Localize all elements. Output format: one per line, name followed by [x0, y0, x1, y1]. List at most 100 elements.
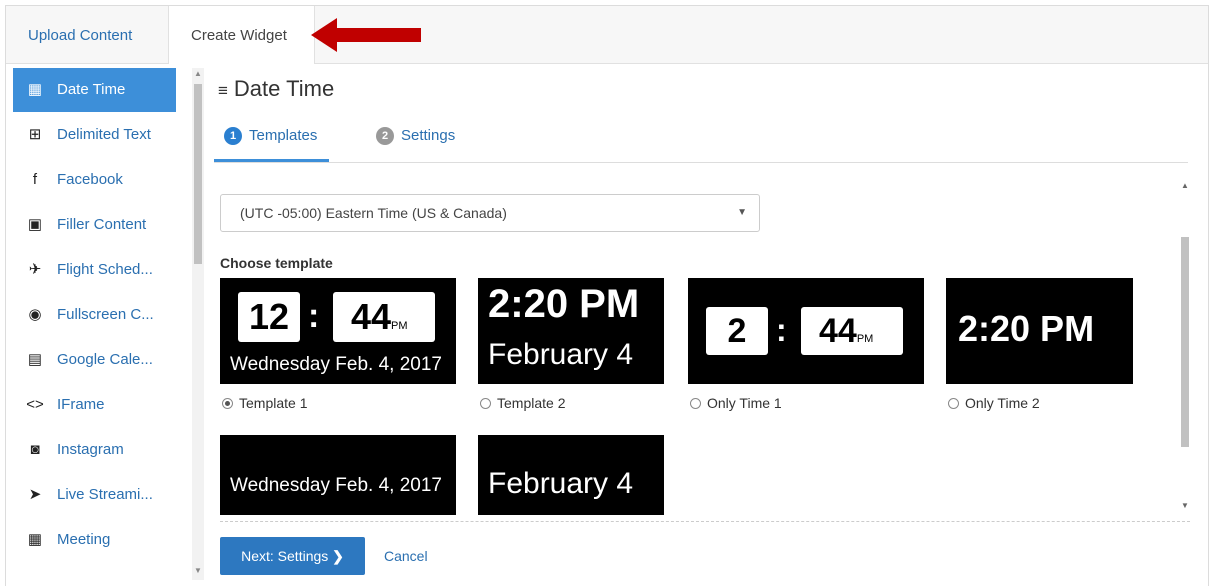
- template-date: February 4: [488, 338, 634, 371]
- sidebar-item-label: Filler Content: [57, 216, 147, 233]
- radio-unselected-icon[interactable]: [480, 398, 491, 409]
- scroll-down-icon[interactable]: ▼: [1180, 501, 1190, 510]
- sidebar-item-facebook[interactable]: f Facebook: [13, 158, 176, 202]
- minute-value: 44: [351, 296, 392, 337]
- menu-lines-icon: ≡: [218, 81, 228, 100]
- template-date: February 4: [488, 467, 634, 500]
- only-time-1-preview[interactable]: 2 : 44PM: [688, 278, 924, 384]
- template-date: Wednesday Feb. 4, 2017: [230, 354, 442, 375]
- sidebar-item-iframe[interactable]: <> IFrame: [13, 383, 176, 427]
- image-icon: ▣: [27, 216, 43, 233]
- sidebar-item-live-streami[interactable]: ➤ Live Streami...: [13, 473, 176, 517]
- plane-icon: ✈: [28, 261, 42, 278]
- step-label: Settings: [401, 127, 456, 144]
- minute-value: 44: [819, 312, 857, 350]
- step-number-badge: 1: [224, 127, 242, 145]
- step-label: Templates: [249, 127, 318, 144]
- sidebar-item-filler-content[interactable]: ▣ Filler Content: [13, 203, 176, 247]
- divider: [220, 521, 1190, 522]
- sidebar-item-fullscreen-c[interactable]: ◉ Fullscreen C...: [13, 293, 176, 337]
- template-1-preview[interactable]: 12 : 44PM Wednesday Feb. 4, 2017: [220, 278, 456, 384]
- chevron-down-icon: ▼: [737, 207, 747, 218]
- sidebar-item-label: Facebook: [57, 171, 123, 188]
- top-tab-bar: Upload Content Create Widget: [6, 6, 1208, 64]
- hour-box: 2: [706, 307, 768, 355]
- minute-box: 44PM: [801, 307, 903, 355]
- tab-create-widget[interactable]: Create Widget: [168, 6, 315, 64]
- only-time-1-radio[interactable]: Only Time 1: [690, 395, 782, 411]
- scroll-up-icon[interactable]: ▲: [1180, 181, 1190, 190]
- ampm-value: PM: [391, 320, 408, 332]
- sidebar-item-label: Meeting: [57, 531, 111, 548]
- colon: :: [776, 312, 787, 348]
- scroll-up-icon[interactable]: ▲: [192, 68, 204, 80]
- radio-selected-icon[interactable]: [222, 398, 233, 409]
- radio-unselected-icon[interactable]: [948, 398, 959, 409]
- sidebar-item-instagram[interactable]: ◙ Instagram: [13, 428, 176, 472]
- sidebar-item-label: Fullscreen C...: [57, 306, 154, 323]
- template-date: Wednesday Feb. 4, 2017: [230, 475, 442, 496]
- radio-unselected-icon[interactable]: [690, 398, 701, 409]
- tab-templates[interactable]: 1 Templates: [224, 126, 317, 146]
- step-tabs: 1 Templates 2 Settings: [214, 118, 1188, 163]
- template-label: Only Time 1: [707, 395, 782, 411]
- choose-template-label: Choose template: [220, 255, 333, 271]
- main-content: ≡ Date Time 1 Templates 2 Settings (UTC -05…: [214, 68, 1194, 580]
- calendar-icon: ▤: [27, 351, 43, 368]
- template-2-radio[interactable]: Template 2: [480, 395, 565, 411]
- template-1-radio[interactable]: Template 1: [222, 395, 307, 411]
- stream-icon: ➤: [28, 486, 42, 503]
- date-only-1-preview[interactable]: Wednesday Feb. 4, 2017: [220, 435, 456, 515]
- instagram-icon: ◙: [30, 441, 40, 458]
- next-button-label: Next: Settings: [241, 548, 329, 564]
- template-label: Template 1: [239, 395, 308, 411]
- scrollbar-thumb[interactable]: [194, 84, 202, 264]
- sidebar-scrollbar[interactable]: ▲ ▼: [192, 68, 204, 580]
- template-time: 2:20 PM: [958, 308, 1095, 349]
- sidebar-item-label: Flight Sched...: [57, 261, 153, 278]
- templates-scrollbar[interactable]: ▲ ▼: [1180, 181, 1190, 514]
- minute-box: 44PM: [333, 292, 435, 342]
- active-tab-underline: [214, 159, 329, 162]
- scrollbar-thumb[interactable]: [1181, 237, 1189, 447]
- fullscreen-icon: ◉: [28, 306, 42, 323]
- template-2-preview[interactable]: 2:20 PM February 4: [478, 278, 664, 384]
- sidebar-item-label: Delimited Text: [57, 126, 151, 143]
- ampm-value: PM: [856, 333, 874, 345]
- only-time-2-radio[interactable]: Only Time 2: [948, 395, 1040, 411]
- cancel-button[interactable]: Cancel: [384, 537, 428, 575]
- next-settings-button[interactable]: Next: Settings ❯: [220, 537, 365, 575]
- facebook-icon: f: [32, 171, 38, 188]
- page-title: ≡ Date Time: [218, 76, 334, 102]
- sidebar-item-label: Instagram: [57, 441, 124, 458]
- only-time-2-preview[interactable]: 2:20 PM: [946, 278, 1133, 384]
- sidebar-item-label: Google Cale...: [57, 351, 153, 368]
- sidebar-item-delimited-text[interactable]: ⊞ Delimited Text: [13, 113, 176, 157]
- date-only-2-preview[interactable]: February 4: [478, 435, 664, 515]
- tab-settings[interactable]: 2 Settings: [376, 126, 455, 146]
- red-arrow-annotation: [311, 18, 421, 52]
- tab-upload-content[interactable]: Upload Content: [6, 6, 168, 63]
- template-time: 2:20 PM: [488, 282, 640, 326]
- timezone-select[interactable]: (UTC -05:00) Eastern Time (US & Canada) ▼: [220, 194, 760, 232]
- sidebar-item-google-cale[interactable]: ▤ Google Cale...: [13, 338, 176, 382]
- sidebar-item-label: IFrame: [57, 396, 105, 413]
- code-icon: <>: [26, 396, 44, 413]
- step-number-badge: 2: [376, 127, 394, 145]
- calendar-clock-icon: ▦: [27, 81, 43, 98]
- meeting-calendar-icon: ▦: [27, 531, 43, 548]
- sidebar-item-flight-sched[interactable]: ✈ Flight Sched...: [13, 248, 176, 292]
- scroll-down-icon[interactable]: ▼: [192, 565, 204, 577]
- template-label: Template 2: [497, 395, 566, 411]
- template-label: Only Time 2: [965, 395, 1040, 411]
- page-title-text: Date Time: [233, 76, 335, 101]
- hour-box: 12: [238, 292, 300, 342]
- sidebar-item-meeting[interactable]: ▦ Meeting: [13, 518, 176, 562]
- colon: :: [308, 297, 320, 335]
- timezone-value: (UTC -05:00) Eastern Time (US & Canada): [240, 205, 507, 221]
- sidebar-item-label: Date Time: [57, 81, 126, 98]
- sidebar-item-date-time[interactable]: ▦ Date Time: [13, 68, 176, 112]
- chevron-right-icon: ❯: [332, 548, 344, 564]
- table-icon: ⊞: [28, 126, 42, 143]
- sidebar-item-label: Live Streami...: [57, 486, 153, 503]
